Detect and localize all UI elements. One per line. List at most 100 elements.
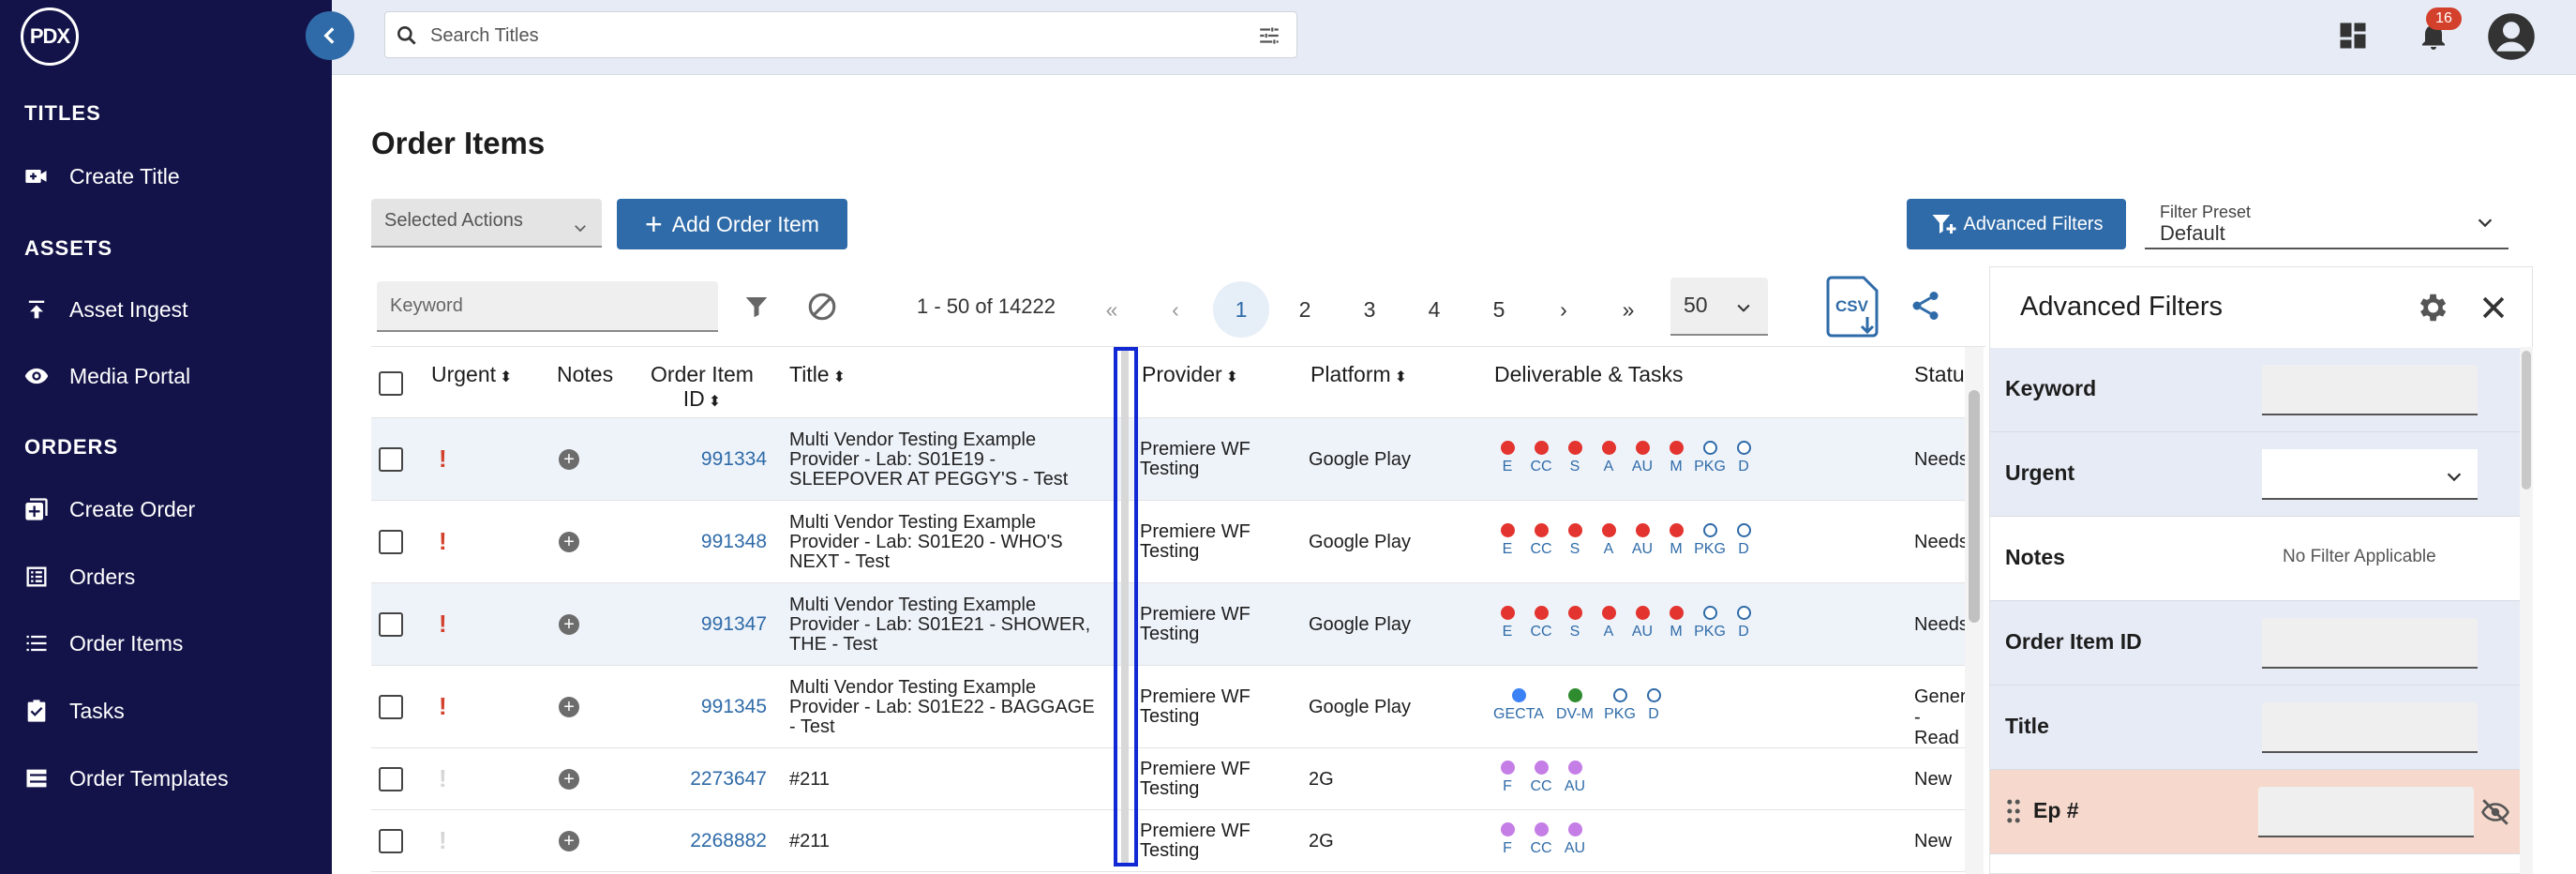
deliverable-task[interactable]: PKG bbox=[1604, 688, 1636, 723]
deliverable-task[interactable]: D bbox=[1730, 441, 1757, 475]
header-platform[interactable]: Platform ⬍ bbox=[1310, 362, 1407, 387]
page-button-2[interactable]: 2 bbox=[1277, 281, 1333, 338]
page-button-3[interactable]: 3 bbox=[1341, 281, 1398, 338]
sidebar-item-orders[interactable]: Orders bbox=[22, 558, 135, 595]
deliverable-task[interactable]: PKG bbox=[1694, 523, 1726, 558]
deliverable-task[interactable]: D bbox=[1730, 606, 1757, 640]
table-row[interactable]: ! +991345 Multi Vendor Testing Example Prov… bbox=[371, 666, 1965, 748]
column-resize-handle[interactable] bbox=[1121, 351, 1129, 863]
sidebar-item-media-portal[interactable]: Media Portal bbox=[22, 357, 190, 395]
header-status[interactable]: Statu bbox=[1914, 362, 1965, 387]
order-item-id-link[interactable]: 991348 bbox=[559, 531, 767, 553]
deliverable-task[interactable]: CC bbox=[1528, 761, 1554, 795]
deliverable-task[interactable]: AU bbox=[1629, 523, 1655, 558]
account-icon[interactable] bbox=[2486, 11, 2537, 62]
deliverable-task[interactable]: S bbox=[1562, 441, 1588, 475]
deliverable-task[interactable]: AU bbox=[1629, 441, 1655, 475]
header-provider[interactable]: Provider ⬍ bbox=[1142, 362, 1238, 387]
per-page-select[interactable]: 50 bbox=[1670, 278, 1768, 336]
deliverable-task[interactable]: S bbox=[1562, 606, 1588, 640]
deliverable-task[interactable]: D bbox=[1640, 688, 1667, 723]
filters-scrollbar[interactable] bbox=[2520, 347, 2533, 874]
prev-page-button[interactable]: ‹ bbox=[1147, 281, 1204, 338]
sidebar-collapse-button[interactable] bbox=[306, 11, 354, 60]
deliverable-task[interactable]: F bbox=[1494, 761, 1520, 795]
pdx-logo[interactable]: PDX bbox=[21, 8, 79, 66]
table-row[interactable]: ! +2273647 #211 Premiere WF Testing 2G F CC AU Ne… bbox=[371, 748, 1965, 810]
deliverable-task[interactable]: AU bbox=[1629, 606, 1655, 640]
page-button-1[interactable]: 1 bbox=[1213, 281, 1269, 338]
deliverable-task[interactable]: F bbox=[1494, 822, 1520, 857]
deliverable-task[interactable]: M bbox=[1663, 606, 1689, 640]
filter-preset-select[interactable]: Filter Preset Default bbox=[2145, 199, 2509, 249]
row-checkbox[interactable] bbox=[379, 530, 403, 554]
filter-icon[interactable] bbox=[742, 293, 771, 321]
deliverable-task[interactable]: PKG bbox=[1694, 441, 1726, 475]
table-row[interactable]: ! +991334 Multi Vendor Testing Example Prov… bbox=[371, 418, 1965, 501]
keyword-input[interactable] bbox=[377, 281, 718, 332]
selected-actions-select[interactable]: Selected Actions bbox=[371, 199, 602, 248]
deliverable-task[interactable]: M bbox=[1663, 441, 1689, 475]
scrollbar-thumb[interactable] bbox=[1969, 390, 1980, 623]
gear-icon[interactable] bbox=[2414, 290, 2449, 325]
search-input[interactable] bbox=[430, 22, 1218, 50]
header-title[interactable]: Title ⬍ bbox=[789, 362, 846, 387]
sidebar-item-tasks[interactable]: Tasks bbox=[22, 692, 125, 730]
deliverable-task[interactable]: PKG bbox=[1694, 606, 1726, 640]
deliverable-task[interactable]: E bbox=[1494, 606, 1520, 640]
sidebar-item-order-items[interactable]: Order Items bbox=[22, 625, 183, 662]
filter-title-input[interactable] bbox=[2262, 702, 2478, 753]
table-row[interactable]: ! +991348 Multi Vendor Testing Example Prov… bbox=[371, 501, 1965, 583]
deliverable-task[interactable]: CC bbox=[1528, 822, 1554, 857]
deliverable-task[interactable]: DV-M bbox=[1550, 688, 1599, 723]
row-checkbox[interactable] bbox=[379, 829, 403, 853]
page-button-5[interactable]: 5 bbox=[1471, 281, 1527, 338]
deliverable-task[interactable]: CC bbox=[1528, 523, 1554, 558]
deliverable-task[interactable]: CC bbox=[1528, 606, 1554, 640]
filter-keyword-input[interactable] bbox=[2262, 365, 2478, 415]
row-checkbox[interactable] bbox=[379, 612, 403, 637]
sidebar-item-create-title[interactable]: Create Title bbox=[22, 158, 180, 195]
deliverable-task[interactable]: E bbox=[1494, 523, 1520, 558]
order-item-id-link[interactable]: 991345 bbox=[559, 696, 767, 718]
header-urgent[interactable]: Urgent ⬍ bbox=[431, 362, 512, 387]
drag-handle-icon[interactable] bbox=[2005, 798, 2022, 824]
header-order-item-id[interactable]: Order Item ID ⬍ bbox=[641, 362, 763, 414]
table-row[interactable]: ! +991347 Multi Vendor Testing Example Prov… bbox=[371, 583, 1965, 666]
order-item-id-link[interactable]: 991334 bbox=[559, 448, 767, 471]
tune-icon[interactable] bbox=[1257, 23, 1281, 48]
next-page-button[interactable]: › bbox=[1535, 281, 1592, 338]
deliverable-task[interactable]: A bbox=[1595, 606, 1622, 640]
table-scrollbar[interactable] bbox=[1965, 347, 1984, 874]
sidebar-item-create-order[interactable]: Create Order bbox=[22, 490, 195, 528]
add-order-item-button[interactable]: + Add Order Item bbox=[617, 199, 847, 249]
deliverable-task[interactable]: S bbox=[1562, 523, 1588, 558]
filter-ep-input[interactable] bbox=[2258, 787, 2474, 837]
close-icon[interactable] bbox=[2478, 292, 2509, 324]
clear-filters-icon[interactable] bbox=[806, 291, 838, 323]
eye-off-icon[interactable] bbox=[2478, 796, 2513, 828]
sidebar-item-asset-ingest[interactable]: Asset Ingest bbox=[22, 291, 188, 328]
order-item-id-link[interactable]: 991347 bbox=[559, 613, 767, 636]
deliverable-task[interactable]: A bbox=[1595, 523, 1622, 558]
last-page-button[interactable]: » bbox=[1600, 281, 1656, 338]
scrollbar-thumb[interactable] bbox=[2522, 351, 2531, 490]
first-page-button[interactable]: « bbox=[1084, 281, 1140, 338]
sidebar-item-order-templates[interactable]: Order Templates bbox=[22, 760, 229, 797]
advanced-filters-button[interactable]: Advanced Filters bbox=[1907, 199, 2126, 249]
select-all-checkbox[interactable] bbox=[379, 371, 403, 396]
deliverable-task[interactable]: E bbox=[1494, 441, 1520, 475]
order-item-id-link[interactable]: 2273647 bbox=[559, 768, 767, 791]
csv-download-icon[interactable]: CSV bbox=[1826, 276, 1882, 338]
deliverable-task[interactable]: D bbox=[1730, 523, 1757, 558]
deliverable-task[interactable]: AU bbox=[1562, 761, 1588, 795]
table-row[interactable]: ! +2268882 #211 Premiere WF Testing 2G F CC AU Ne… bbox=[371, 810, 1965, 872]
share-icon[interactable] bbox=[1909, 289, 1942, 323]
row-checkbox[interactable] bbox=[379, 767, 403, 791]
row-checkbox[interactable] bbox=[379, 447, 403, 472]
deliverable-task[interactable]: CC bbox=[1528, 441, 1554, 475]
deliverable-task[interactable]: GECTA bbox=[1493, 688, 1544, 723]
deliverable-task[interactable]: AU bbox=[1562, 822, 1588, 857]
filter-urgent-select[interactable] bbox=[2262, 449, 2478, 500]
dashboard-icon[interactable] bbox=[2336, 19, 2370, 53]
